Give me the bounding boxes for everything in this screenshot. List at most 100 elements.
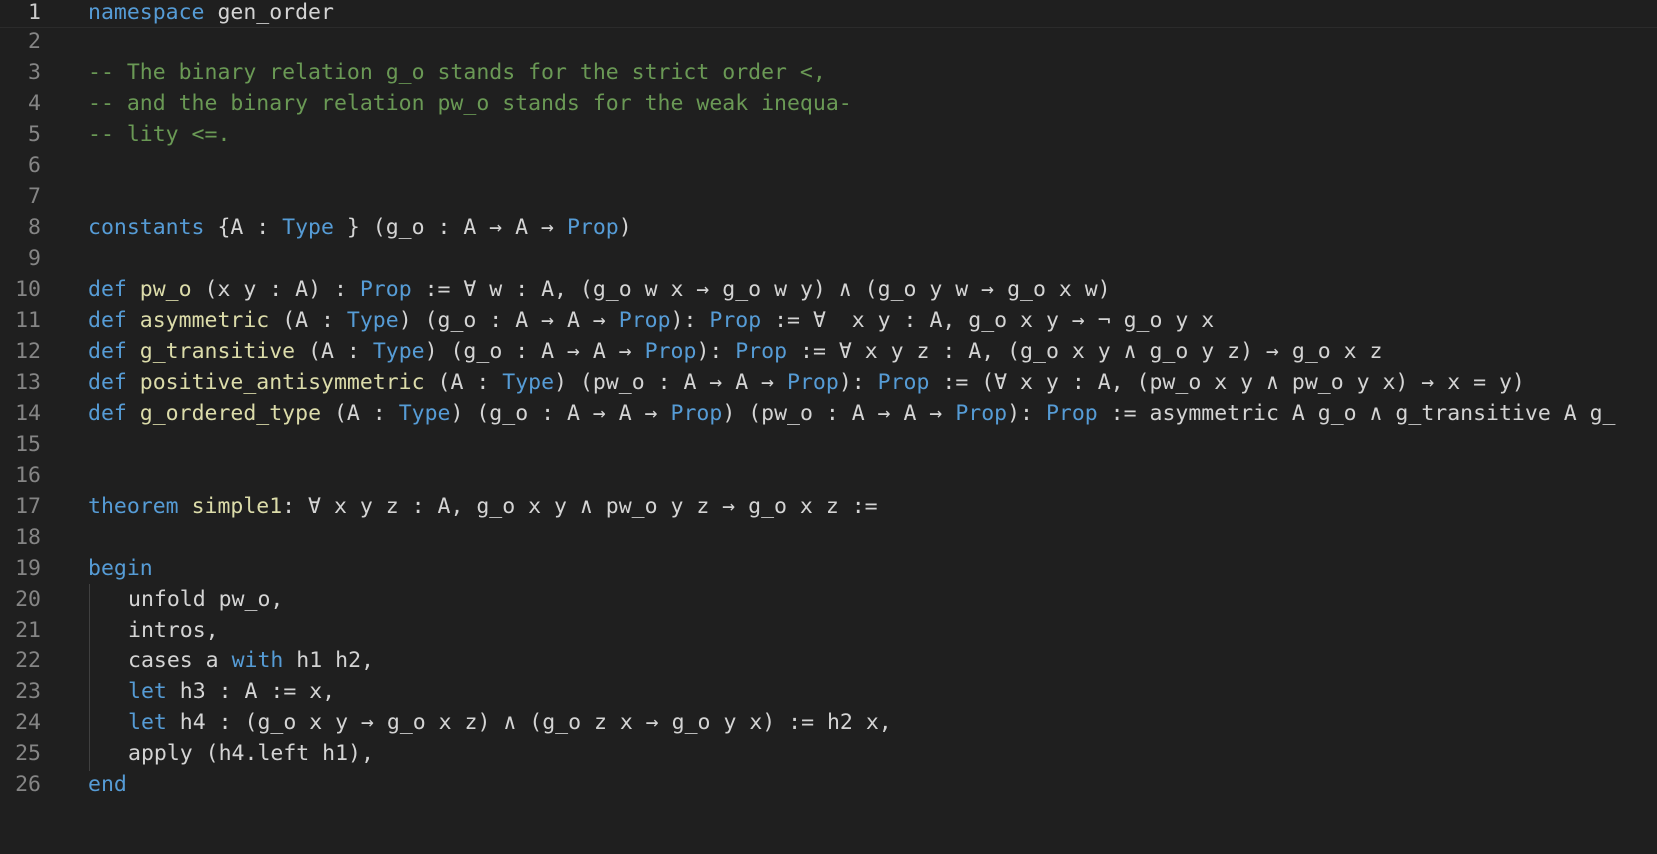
code-token: := ∀ w : A, (g_o w x → g_o w y) ∧ (g_o y… xyxy=(411,277,1111,303)
code-token: ): xyxy=(696,338,736,364)
code-line[interactable]: 3 -- The binary relation g_o stands for t… xyxy=(0,57,1657,90)
line-number: 23 xyxy=(15,679,41,705)
code-text[interactable]: begin xyxy=(88,553,153,586)
code-line[interactable]: 9 xyxy=(0,243,1657,276)
code-token: ): xyxy=(670,308,710,333)
code-token: ) (g_o : A → A → xyxy=(398,308,619,333)
code-line[interactable]: 20 unfold pw_o, xyxy=(0,583,1657,617)
line-number: 1 xyxy=(28,0,41,25)
code-token: ): xyxy=(1007,400,1046,426)
code-token: intros, xyxy=(128,617,219,643)
keyword-token: Type xyxy=(502,369,555,395)
code-text[interactable]: let h4 : (g_o x y → g_o x z) ∧ (g_o z x … xyxy=(88,707,892,740)
line-number: 21 xyxy=(15,617,41,643)
code-line[interactable]: 5 -- lity <=. xyxy=(0,119,1657,152)
function-name-token: pw_o xyxy=(139,277,192,303)
code-line[interactable]: 8 constants {A : Type } (g_o : A → A → Pr… xyxy=(0,212,1657,245)
code-line[interactable]: 1 namespace gen_order xyxy=(0,0,1657,29)
function-name-token: positive_antisymmetric xyxy=(139,369,425,395)
code-text[interactable]: -- The binary relation g_o stands for th… xyxy=(88,57,826,90)
line-number: 20 xyxy=(15,586,41,612)
code-token: (A : xyxy=(321,400,399,426)
keyword-token: with xyxy=(231,648,284,674)
code-line[interactable]: 14 def g_ordered_type (A : Type) (g_o : A… xyxy=(0,398,1657,431)
line-number: 18 xyxy=(15,524,41,550)
keyword-token: Prop xyxy=(955,400,1008,426)
code-line[interactable]: 23 let h3 : A := x, xyxy=(0,676,1657,710)
function-name-token: g_ordered_type xyxy=(139,400,322,426)
code-token: := ∀ x y : A, g_o x y → ¬ g_o y x xyxy=(761,308,1215,333)
code-text[interactable]: theorem simple1: ∀ x y z : A, g_o x y ∧ … xyxy=(88,491,878,524)
code-editor[interactable]: 1 namespace gen_order 2 3 -- The binary rela… xyxy=(0,0,1657,854)
code-text[interactable]: intros, xyxy=(88,615,219,648)
line-number: 17 xyxy=(15,493,41,519)
keyword-token: Prop xyxy=(709,308,762,333)
code-line[interactable]: 7 xyxy=(0,181,1657,214)
line-number: 10 xyxy=(15,277,41,303)
code-line[interactable]: 26 end xyxy=(0,769,1657,802)
code-line[interactable]: 19 begin xyxy=(0,553,1657,586)
line-number: 3 xyxy=(28,60,41,86)
code-token: ) (pw_o : A → A → xyxy=(722,400,956,426)
line-number: 24 xyxy=(15,710,41,736)
keyword-token: constants xyxy=(88,215,205,241)
keyword-token: Prop xyxy=(670,400,723,426)
code-text[interactable]: cases a with h1 h2, xyxy=(88,645,374,678)
code-text[interactable]: end xyxy=(88,769,127,802)
code-line[interactable]: 24 let h4 : (g_o x y → g_o x z) ∧ (g_o z … xyxy=(0,707,1657,741)
code-line[interactable]: 10 def pw_o (x y : A) : Prop := ∀ w : A, … xyxy=(0,274,1657,307)
code-line[interactable]: 18 xyxy=(0,522,1657,555)
code-token: } (g_o : A → A → xyxy=(333,215,567,241)
code-token: h3 : A := x, xyxy=(166,679,336,705)
code-line[interactable]: 11 def asymmetric (A : Type) (g_o : A → A… xyxy=(0,305,1657,338)
keyword-token: def xyxy=(88,308,127,333)
code-line[interactable]: 2 xyxy=(0,26,1657,59)
code-line[interactable]: 21 intros, xyxy=(0,614,1657,648)
line-number: 9 xyxy=(28,246,41,272)
code-token: ) (pw_o : A → A → xyxy=(554,369,788,395)
code-line[interactable]: 22 cases a with h1 h2, xyxy=(0,645,1657,679)
code-line[interactable]: 15 xyxy=(0,429,1657,462)
function-name-token: simple1 xyxy=(191,493,283,519)
code-text[interactable]: apply (h4.left h1), xyxy=(88,738,374,771)
code-text[interactable]: unfold pw_o, xyxy=(88,584,283,617)
keyword-token: Type xyxy=(282,215,334,241)
code-text[interactable]: def asymmetric (A : Type) (g_o : A → A →… xyxy=(88,305,1214,338)
keyword-token: def xyxy=(88,277,127,303)
keyword-token: Prop xyxy=(566,215,619,241)
code-text[interactable]: -- lity <=. xyxy=(88,119,230,152)
code-text[interactable]: let h3 : A := x, xyxy=(88,676,335,709)
code-text[interactable]: -- and the binary relation pw_o stands f… xyxy=(88,88,852,121)
code-line[interactable]: 4 -- and the binary relation pw_o stands … xyxy=(0,88,1657,121)
code-text[interactable]: constants {A : Type } (g_o : A → A → Pro… xyxy=(88,212,632,245)
keyword-token: Prop xyxy=(359,277,412,303)
code-text[interactable]: def g_transitive (A : Type) (g_o : A → A… xyxy=(88,336,1383,369)
code-token: h1 h2, xyxy=(283,648,374,674)
code-line[interactable]: 6 xyxy=(0,150,1657,183)
code-token: (x y : A) : xyxy=(191,277,360,303)
line-number: 6 xyxy=(28,153,41,179)
line-number: 12 xyxy=(15,338,41,364)
code-line[interactable]: 17 theorem simple1: ∀ x y z : A, g_o x y … xyxy=(0,491,1657,524)
code-text[interactable]: def g_ordered_type (A : Type) (g_o : A →… xyxy=(88,398,1615,431)
code-token: (A : xyxy=(295,338,373,364)
code-line[interactable]: 13 def positive_antisymmetric (A : Type) … xyxy=(0,367,1657,400)
code-line[interactable]: 16 xyxy=(0,460,1657,493)
line-number: 15 xyxy=(15,431,41,457)
code-text[interactable]: def positive_antisymmetric (A : Type) (p… xyxy=(88,367,1525,400)
line-number: 11 xyxy=(15,308,41,333)
line-number: 5 xyxy=(28,122,41,148)
comment-token: -- and the binary relation pw_o stands f… xyxy=(88,91,852,117)
keyword-token: Type xyxy=(398,400,451,426)
code-text[interactable]: namespace gen_order xyxy=(88,0,334,29)
code-token: ) xyxy=(618,215,632,241)
line-number: 19 xyxy=(15,555,41,581)
keyword-token: Prop xyxy=(618,308,671,333)
code-text[interactable]: def pw_o (x y : A) : Prop := ∀ w : A, (g… xyxy=(88,274,1111,307)
code-line[interactable]: 12 def g_transitive (A : Type) (g_o : A →… xyxy=(0,336,1657,369)
code-line[interactable]: 25 apply (h4.left h1), xyxy=(0,738,1657,772)
line-number: 25 xyxy=(15,741,41,767)
